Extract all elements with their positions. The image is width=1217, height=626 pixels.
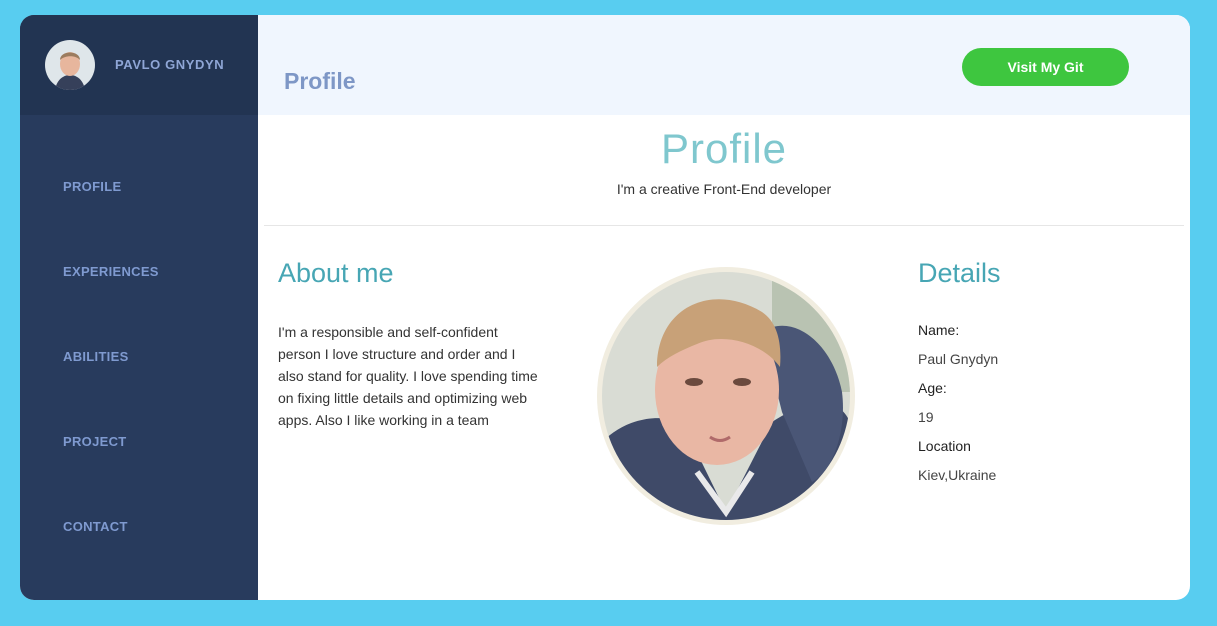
profile-photo-image	[602, 272, 850, 520]
hero-title: Profile	[660, 125, 788, 172]
sidebar-item-abilities[interactable]: ABILITIES	[63, 349, 129, 364]
hero-subtitle: I'm a creative Front-End developer	[616, 181, 832, 197]
detail-location-label: Location	[918, 438, 971, 454]
section-divider	[264, 225, 1184, 226]
detail-age-value: 19	[918, 409, 934, 425]
user-name: PAVLO GNYDYN	[115, 57, 225, 72]
user-avatar-icon	[45, 40, 95, 90]
sidebar-item-experiences[interactable]: EXPERIENCES	[63, 264, 159, 279]
detail-name-value: Paul Gnydyn	[918, 351, 999, 367]
sidebar-item-project[interactable]: PROJECT	[63, 434, 127, 449]
detail-age-label: Age:	[918, 380, 947, 396]
about-heading: About me	[278, 258, 394, 288]
about-text: I'm a responsible and self-confident per…	[278, 324, 538, 428]
app-window: PAVLO GNYDYN PROFILE EXPERIENCES ABILITI…	[20, 15, 1190, 600]
sidebar: PAVLO GNYDYN PROFILE EXPERIENCES ABILITI…	[20, 15, 258, 600]
visit-git-button[interactable]: Visit My Git	[962, 48, 1129, 86]
sidebar-header: PAVLO GNYDYN	[20, 15, 258, 115]
detail-name-label: Name:	[918, 322, 960, 338]
sidebar-item-profile[interactable]: PROFILE	[63, 179, 121, 194]
details-heading: Details	[918, 258, 1001, 288]
detail-location-value: Kiev,Ukraine	[918, 467, 997, 483]
top-bar: Profile Visit My Git	[258, 15, 1190, 115]
page-title: Profile	[284, 68, 356, 94]
profile-photo	[602, 272, 850, 520]
sidebar-item-contact[interactable]: CONTACT	[63, 519, 128, 534]
avatar[interactable]	[45, 40, 95, 90]
profile-photo-frame	[597, 267, 855, 525]
